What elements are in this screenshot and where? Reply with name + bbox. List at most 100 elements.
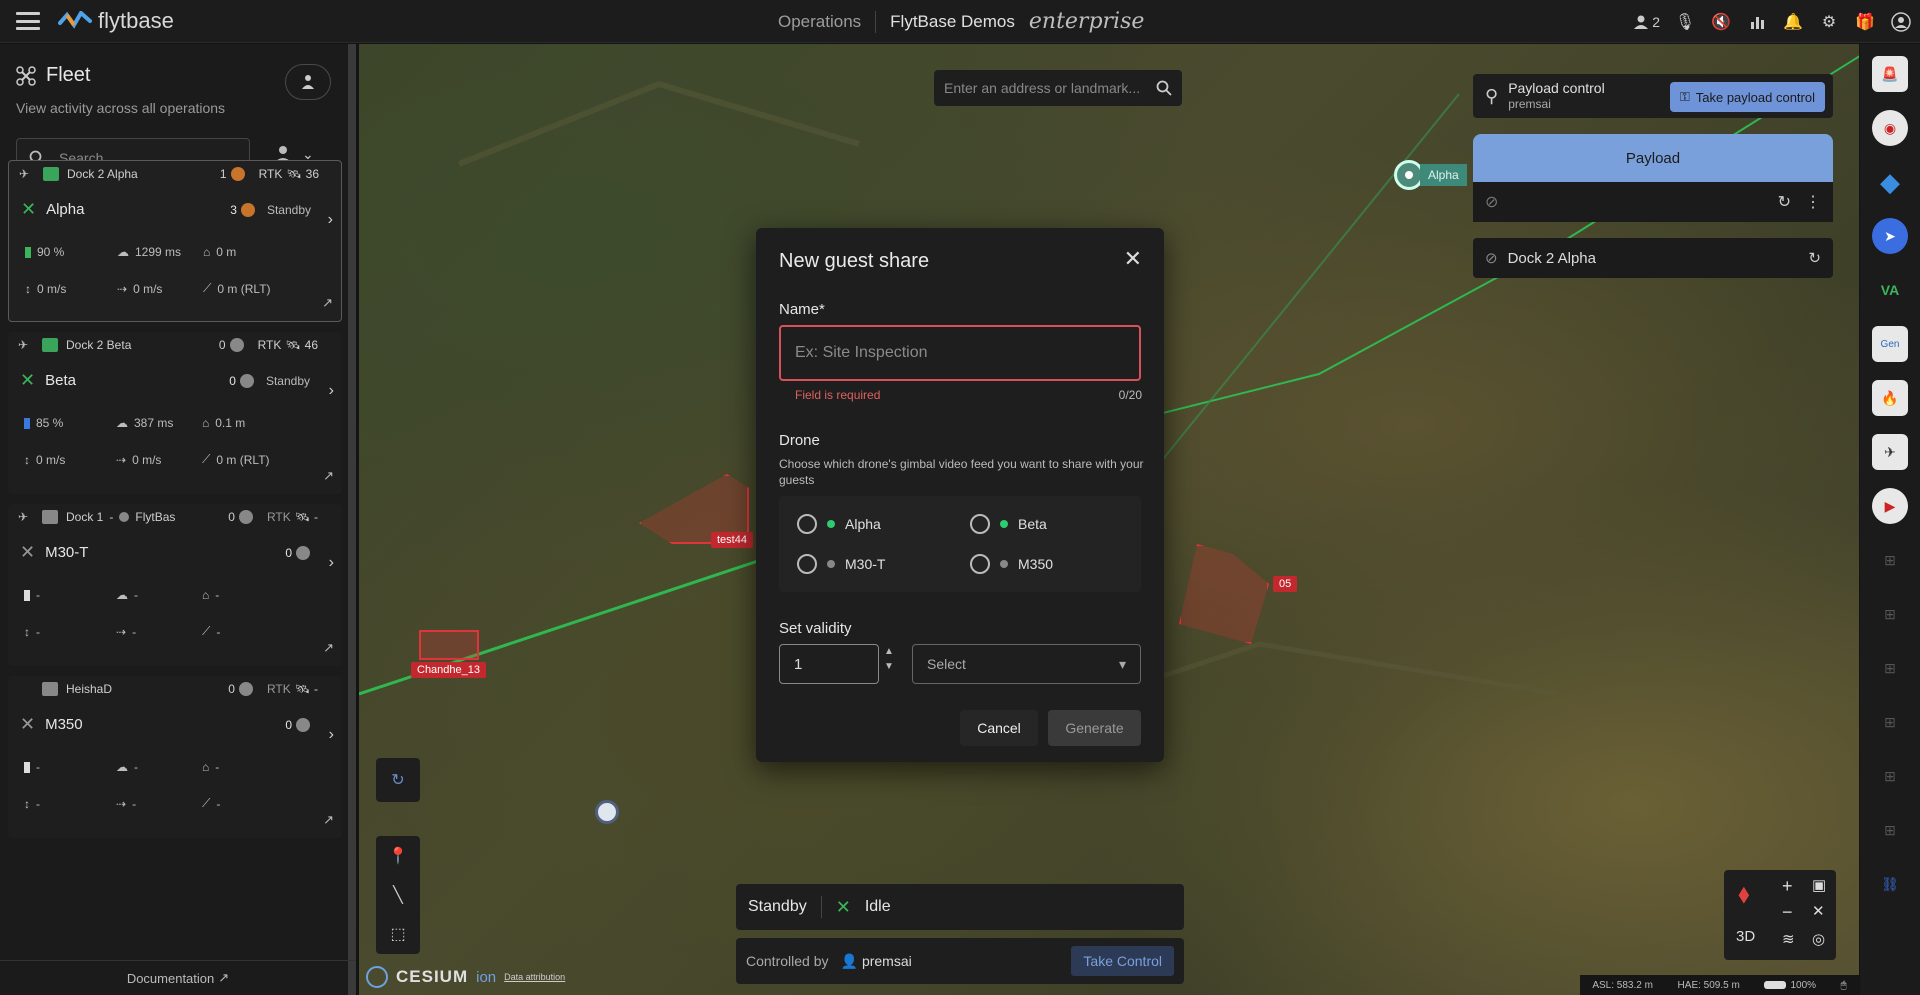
documentation-link[interactable]: Documentation ↗ [0, 960, 356, 995]
close-icon[interactable]: ✕ [1124, 246, 1142, 272]
take-control-button[interactable]: Take Control [1071, 946, 1174, 976]
dialog-title: New guest share [779, 250, 930, 272]
account-icon[interactable] [1890, 11, 1912, 33]
drone-location-marker[interactable] [595, 800, 619, 824]
refresh-icon[interactable]: ↻ [1778, 192, 1791, 212]
alpha-map-pin[interactable]: Alpha [1394, 160, 1467, 190]
validity-stepper[interactable]: ▲ ▼ [884, 646, 894, 672]
brand-name: flytbase [98, 8, 174, 33]
diamond-integration-icon[interactable]: ◆ [1872, 164, 1908, 200]
take-payload-control-button[interactable]: ⚿ Take payload control [1669, 82, 1825, 112]
altitude-icon: ⟋ [203, 281, 212, 295]
add-integration-icon[interactable]: ⊞ [1872, 542, 1908, 578]
chevron-up-icon[interactable]: ▲ [884, 646, 894, 657]
refresh-icon[interactable]: ↻ [1808, 249, 1821, 267]
external-link-icon[interactable]: ↗ [323, 468, 334, 484]
fleet-card[interactable]: ✈ Dock 2 Beta 0 RTK 🛰 46 ✕ Beta 0 Standb… [8, 332, 342, 494]
gift-icon[interactable]: 🎁 [1854, 11, 1876, 33]
external-link-icon[interactable]: ↗ [322, 295, 333, 311]
gear-icon[interactable]: ⚙ [1818, 11, 1840, 33]
cancel-button[interactable]: Cancel [960, 710, 1038, 746]
alarm-integration-icon[interactable]: 🚨 [1872, 56, 1908, 92]
brand-logo[interactable]: flytbase [58, 8, 174, 34]
bell-icon[interactable]: 🔔 [1782, 11, 1804, 33]
chevron-down-icon[interactable]: ▼ [884, 661, 894, 672]
generate-button[interactable]: Generate [1048, 710, 1141, 746]
speaker-muted-icon[interactable]: 🔇 [1710, 11, 1732, 33]
workspace-switcher[interactable]: Operations FlytBase Demos enterprise [778, 0, 1144, 43]
radio-button[interactable] [970, 514, 990, 534]
refresh-tool-button[interactable]: ↻ [376, 758, 420, 802]
org-name[interactable]: FlytBase Demos [890, 12, 1015, 32]
geofence-label[interactable]: Chandhe_13 [411, 662, 487, 678]
fire-badge-icon[interactable]: ◉ [1872, 110, 1908, 146]
chevron-right-icon[interactable]: › [329, 726, 334, 744]
drone-option-alpha[interactable]: Alpha [797, 514, 881, 534]
address-search-placeholder[interactable]: Enter an address or landmark... [944, 80, 1140, 96]
fleet-card[interactable]: ✈ Dock 1 - FlytBas 0 RTK 🛰 - ✕ M30-T 0 -… [8, 504, 342, 666]
dock-count: 1 [219, 167, 227, 181]
locate-icon[interactable]: ◎ [1812, 930, 1825, 948]
payload-tab[interactable]: Payload [1473, 134, 1833, 182]
live-stream-icon[interactable]: ▶ [1872, 488, 1908, 524]
zoom-in-icon[interactable]: + [1782, 876, 1793, 897]
fleet-card[interactable]: ✈ Dock 2 Alpha 1 RTK 🛰 36 ✕ Alpha 3 Stan… [8, 160, 342, 322]
add-integration-icon[interactable]: ⊞ [1872, 596, 1908, 632]
link-integration-icon[interactable]: ⛓ [1872, 866, 1908, 902]
top-bar: flytbase Operations FlytBase Demos enter… [0, 0, 1920, 43]
analytics-icon[interactable] [1746, 11, 1768, 33]
drone-center-icon[interactable]: ✕ [1812, 902, 1825, 920]
users-online[interactable]: 2 [1633, 14, 1660, 30]
search-icon[interactable] [1156, 80, 1172, 96]
genetec-integration-icon[interactable]: Gen [1872, 326, 1908, 362]
compass-icon[interactable]: ⬧ [1738, 878, 1750, 910]
layers-icon[interactable]: ≋ [1782, 930, 1795, 948]
add-integration-icon[interactable]: ⊞ [1872, 704, 1908, 740]
address-search[interactable]: Enter an address or landmark... [934, 70, 1182, 106]
geofence-polygon[interactable] [419, 630, 479, 660]
chevron-right-icon[interactable]: › [329, 554, 334, 572]
pin-tool-icon[interactable]: 📍 [388, 846, 408, 866]
dock-feed-bar[interactable]: ⊘ Dock 2 Alpha ↻ [1473, 238, 1833, 278]
mic-off-icon[interactable]: 🎙 [1674, 11, 1696, 33]
drone-integration-icon[interactable]: ✈ [1872, 434, 1908, 470]
radio-button[interactable] [970, 554, 990, 574]
cube-icon[interactable]: ▣ [1812, 876, 1826, 894]
zoom-out-icon[interactable]: − [1782, 902, 1793, 923]
assign-pilot-button[interactable] [285, 64, 331, 100]
add-integration-icon[interactable]: ⊞ [1872, 758, 1908, 794]
operations-link[interactable]: Operations [778, 12, 861, 32]
altitude-icon: ⟋ [202, 624, 211, 638]
drone-status-icon: ✕ [20, 714, 36, 734]
radio-button[interactable] [797, 514, 817, 534]
fleet-card[interactable]: HeishaD 0 RTK 🛰 - ✕ M350 0 - ☁ - ⌂ - ↕ - ⇢ -… [8, 676, 342, 838]
drone-status-panel: Standby ✕ Idle [736, 884, 1184, 930]
drone-option-m350[interactable]: M350 [970, 554, 1053, 574]
navigation-integration-icon[interactable]: ➤ [1872, 218, 1908, 254]
name-field[interactable] [779, 325, 1141, 381]
more-vertical-icon[interactable]: ⋮ [1805, 192, 1821, 212]
geofence-label[interactable]: 05 [1273, 576, 1298, 592]
validity-number-input[interactable]: 1 [779, 644, 879, 684]
drone-option-beta[interactable]: Beta [970, 514, 1047, 534]
area-tool-icon[interactable]: ⬚ [390, 924, 405, 944]
fire-integration-icon[interactable]: 🔥 [1872, 380, 1908, 416]
radio-button[interactable] [797, 554, 817, 574]
external-link-icon[interactable]: ↗ [323, 812, 334, 828]
chevron-right-icon[interactable]: › [328, 211, 333, 229]
view-mode-toggle[interactable]: 3D [1736, 928, 1755, 945]
add-integration-icon[interactable]: ⊞ [1872, 812, 1908, 848]
alert-icon [230, 167, 245, 181]
line-tool-icon[interactable]: ╲ [393, 885, 403, 905]
menu-icon[interactable] [16, 12, 40, 30]
validity-unit-select[interactable]: Select ▾ [912, 644, 1141, 684]
add-integration-icon[interactable]: ⊞ [1872, 650, 1908, 686]
chevron-right-icon[interactable]: › [329, 382, 334, 400]
geofence-label[interactable]: test44 [711, 532, 753, 548]
external-link-icon[interactable]: ↗ [323, 640, 334, 656]
fleet-header: Fleet [16, 64, 90, 87]
data-attribution-link[interactable]: Data attribution [504, 972, 565, 982]
va-integration-icon[interactable]: VA [1872, 272, 1908, 308]
drone-option-m30t[interactable]: M30-T [797, 554, 885, 574]
zoom-level: 100% [1790, 979, 1817, 991]
